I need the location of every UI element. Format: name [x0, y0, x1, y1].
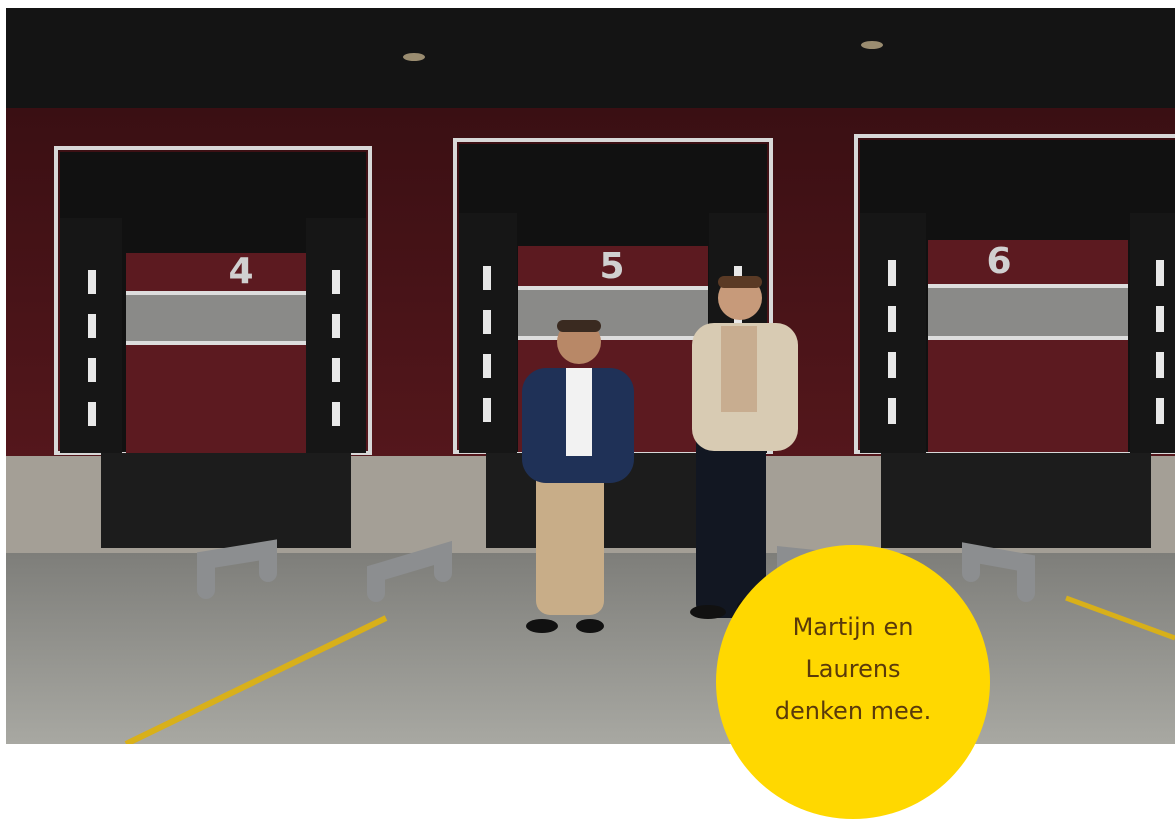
- dock-bay-4: [54, 146, 372, 548]
- dock-number-4: 4: [228, 251, 253, 292]
- badge-line: Laurens: [805, 655, 901, 683]
- badge-line: Martijn en: [792, 613, 914, 641]
- loading-dock-scene: 4 5 6: [6, 8, 1175, 744]
- dock-bay-6: [854, 134, 1175, 548]
- badge-line: denken mee.: [774, 697, 932, 725]
- dock-number-6: 6: [986, 241, 1011, 282]
- quote-badge-text: Martijn en Laurens denken mee.: [716, 606, 990, 732]
- ceiling-light: [861, 41, 883, 49]
- ceiling: [6, 8, 1175, 118]
- ceiling-light: [403, 53, 425, 61]
- dock-number-5: 5: [599, 246, 624, 287]
- hero-photo: 4 5 6: [6, 8, 1175, 744]
